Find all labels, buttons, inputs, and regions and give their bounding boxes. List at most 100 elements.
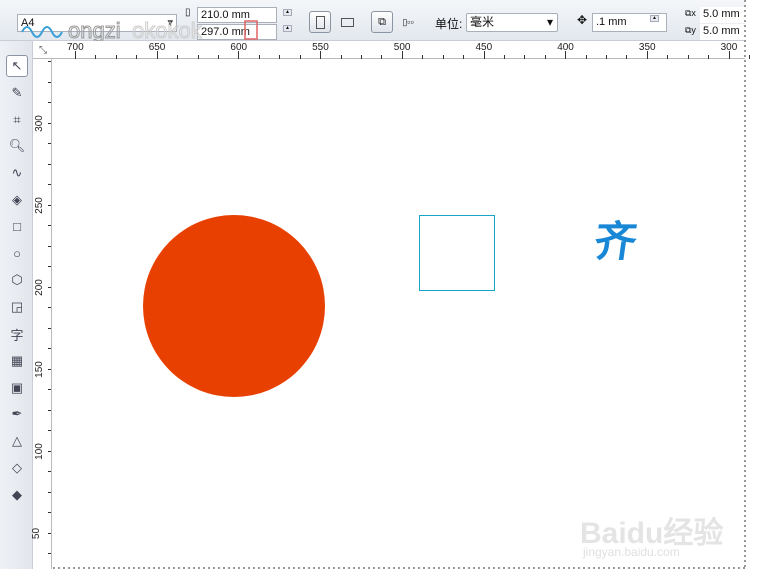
duplicate-y-input[interactable]: 5.0 mm — [700, 24, 745, 40]
ruler-origin-icon[interactable]: ⤡ — [39, 45, 47, 56]
ruler-tick — [48, 143, 51, 144]
eyedropper-tool[interactable]: ✒ — [6, 403, 28, 425]
unit-value: 毫米 — [470, 15, 495, 29]
zoom-tool[interactable]: 🔍︎ — [6, 135, 28, 157]
ruler-tick — [606, 55, 607, 59]
fill-tool[interactable]: ◇ — [6, 457, 28, 479]
ruler-tick — [48, 61, 51, 62]
ruler-tick — [177, 55, 179, 59]
ruler-tick — [48, 512, 51, 513]
nudge-icon: ✥ — [577, 13, 588, 27]
nudge-spinner[interactable]: ▲ — [650, 15, 659, 22]
portrait-icon — [315, 15, 325, 29]
height-spinner[interactable]: ▲ — [283, 25, 292, 32]
ruler-tick — [75, 51, 76, 59]
orange-circle[interactable] — [143, 215, 325, 397]
all-pages-button[interactable]: ⧉ — [371, 11, 393, 33]
ruler-tick — [667, 55, 669, 59]
ruler-tick — [48, 163, 51, 165]
current-page-button[interactable]: ▯▫▫ — [397, 11, 419, 33]
horizontal-ruler[interactable]: ⤡ 700 650 600 550 500 450 400 350 300 — [33, 41, 750, 59]
ruler-tick — [360, 55, 362, 59]
unit-select[interactable]: 毫米 ▾ — [466, 13, 558, 32]
text-tool[interactable]: 字 — [6, 323, 28, 345]
basic-shapes-icon: ◲ — [10, 299, 24, 315]
smart-fill-tool[interactable]: ◈ — [6, 189, 28, 211]
ruler-tick — [749, 55, 750, 59]
crop-tool[interactable]: ⌗ — [6, 109, 28, 131]
toolbox: ↖ ✎ ⌗ 🔍︎ ∿ ◈ □ ○ ⬡ ◲ 字 ▦ ▣ ✒ △ ◇ ◆ — [0, 41, 33, 569]
svg-text:okokok: okokok — [132, 18, 203, 42]
glyph-text[interactable]: 齐 — [591, 208, 642, 269]
ruler-tick — [48, 245, 51, 247]
polygon-tool[interactable]: ⬡ — [6, 269, 28, 291]
width-icon: ▯ — [185, 7, 191, 18]
portrait-button[interactable] — [309, 11, 331, 33]
ruler-tick — [299, 55, 301, 59]
baidu-watermark-url: jingyan.baidu.com — [583, 545, 680, 559]
zoom-icon: 🔍︎ — [8, 138, 26, 154]
ruler-tick — [48, 327, 51, 329]
ellipse-tool[interactable]: ○ — [6, 243, 28, 265]
ruler-tick-label: 250 — [33, 197, 45, 214]
watermark-logo: ongzi okokok — [21, 18, 258, 42]
interactive-fill-tool[interactable]: ◆ — [6, 484, 28, 506]
chevron-down-icon: ▾ — [546, 15, 553, 29]
ruler-tick — [136, 55, 138, 59]
ruler-tick — [646, 51, 648, 59]
ruler-tick — [483, 51, 485, 59]
ruler-tick — [442, 55, 444, 59]
polygon-icon: ⬡ — [11, 272, 23, 288]
ruler-tick — [340, 55, 342, 59]
pick-icon: ↖ — [11, 58, 23, 73]
ruler-tick — [503, 55, 505, 59]
ruler-tick-label: 100 — [33, 443, 45, 460]
drawing-canvas[interactable]: 齐 — [53, 60, 745, 568]
ruler-tick-label: 200 — [33, 279, 45, 296]
interactive-blend-tool[interactable]: ▣ — [6, 377, 28, 399]
ruler-tick — [728, 51, 730, 59]
vertical-ruler[interactable]: 300 250 200 150 100 50 — [31, 59, 52, 569]
svg-text:ongzi: ongzi — [68, 18, 121, 42]
torn-edge-right — [744, 0, 746, 569]
table-icon: ▦ — [10, 352, 24, 368]
ruler-tick — [48, 450, 51, 452]
eyedropper-icon: ✒ — [11, 406, 23, 422]
ruler-tick — [48, 368, 51, 370]
landscape-icon — [340, 17, 354, 27]
ruler-tick — [279, 55, 281, 59]
landscape-button[interactable] — [336, 11, 358, 33]
ruler-tick — [48, 430, 51, 431]
ruler-tick — [48, 122, 51, 124]
rectangle-icon: □ — [13, 219, 21, 235]
shape-tool[interactable]: ✎ — [6, 82, 28, 104]
ruler-tick — [48, 471, 51, 472]
ellipse-icon: ○ — [13, 246, 21, 262]
freehand-tool[interactable]: ∿ — [6, 162, 28, 184]
square-outline[interactable] — [419, 215, 495, 291]
basic-shapes-tool[interactable]: ◲ — [6, 296, 28, 318]
ruler-tick — [48, 225, 51, 226]
duplicate-x-input[interactable]: 5.0 mm — [700, 7, 745, 23]
ruler-tick — [544, 55, 546, 59]
table-tool[interactable]: ▦ — [6, 350, 28, 372]
ruler-tick — [95, 55, 97, 59]
torn-edge-bottom — [53, 567, 745, 569]
outline-tool[interactable]: △ — [6, 430, 28, 452]
shape-icon: ✎ — [11, 84, 23, 100]
ruler-tick-label: 150 — [33, 361, 45, 378]
ruler-tick — [48, 389, 51, 390]
ruler-tick — [48, 348, 51, 349]
text-icon: 字 — [10, 327, 24, 343]
ruler-tick — [48, 184, 51, 185]
ruler-tick — [687, 55, 689, 59]
crop-icon: ⌗ — [13, 111, 21, 127]
page-layout-icon: ▯▫▫ — [402, 16, 414, 27]
outline-icon: △ — [12, 433, 22, 449]
width-spinner[interactable]: ▲ — [283, 9, 292, 16]
rectangle-tool[interactable]: □ — [6, 216, 28, 238]
ruler-tick — [156, 51, 158, 59]
ruler-tick — [463, 55, 464, 59]
interactive-fill-icon: ◆ — [12, 486, 22, 502]
pick-tool[interactable]: ↖ — [6, 55, 28, 77]
